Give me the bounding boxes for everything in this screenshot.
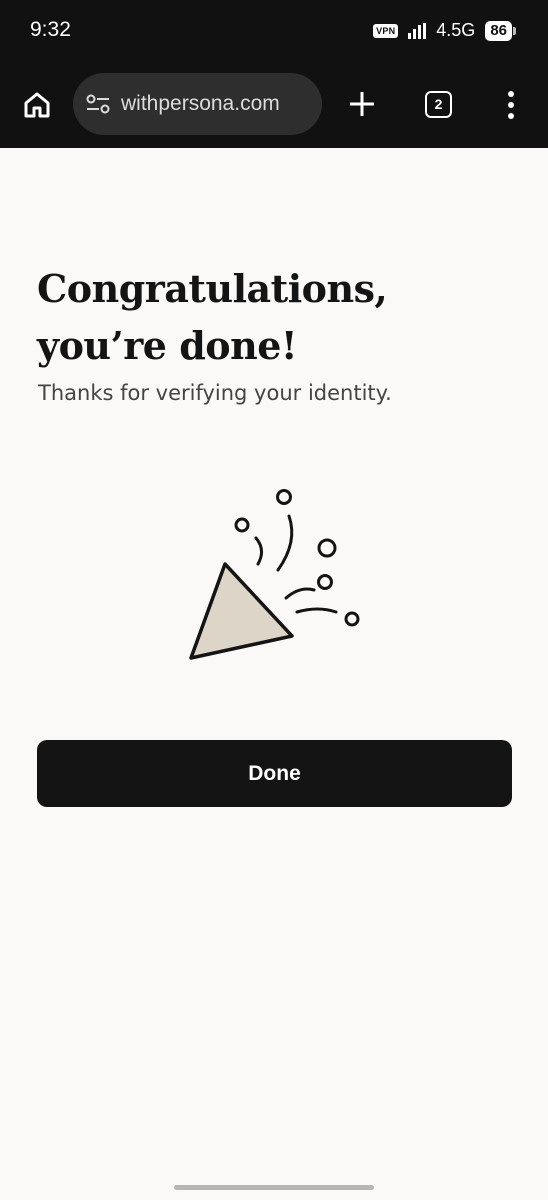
home-icon[interactable] [22, 90, 52, 120]
done-button[interactable]: Done [37, 740, 512, 807]
vpn-icon: VPN [373, 23, 399, 38]
signal-icon [408, 22, 427, 39]
gesture-navigation-bar[interactable] [174, 1185, 374, 1190]
status-bar: 9:32 VPN 4.5G 86 [0, 0, 548, 62]
page-subtitle: Thanks for verifying your identity. [38, 381, 392, 405]
url-text: withpersona.com [121, 92, 280, 115]
new-tab-icon[interactable] [348, 90, 376, 118]
battery-level: 86 [485, 20, 512, 41]
network-type: 4.5G [436, 20, 476, 40]
page-content: Congratulations, you’re done! Thanks for… [0, 148, 548, 1200]
address-bar[interactable]: withpersona.com [73, 73, 322, 135]
status-time: 9:32 [30, 18, 71, 41]
more-menu-icon[interactable] [504, 90, 518, 120]
site-settings-icon[interactable] [85, 93, 111, 115]
status-indicators: VPN 4.5G 86 [373, 20, 516, 41]
battery-icon: 86 [485, 20, 516, 41]
party-popper-icon [189, 489, 360, 660]
browser-toolbar: withpersona.com 2 [0, 62, 548, 148]
tab-switcher-icon[interactable]: 2 [425, 91, 452, 118]
page-title: Congratulations, you’re done! [37, 266, 388, 368]
